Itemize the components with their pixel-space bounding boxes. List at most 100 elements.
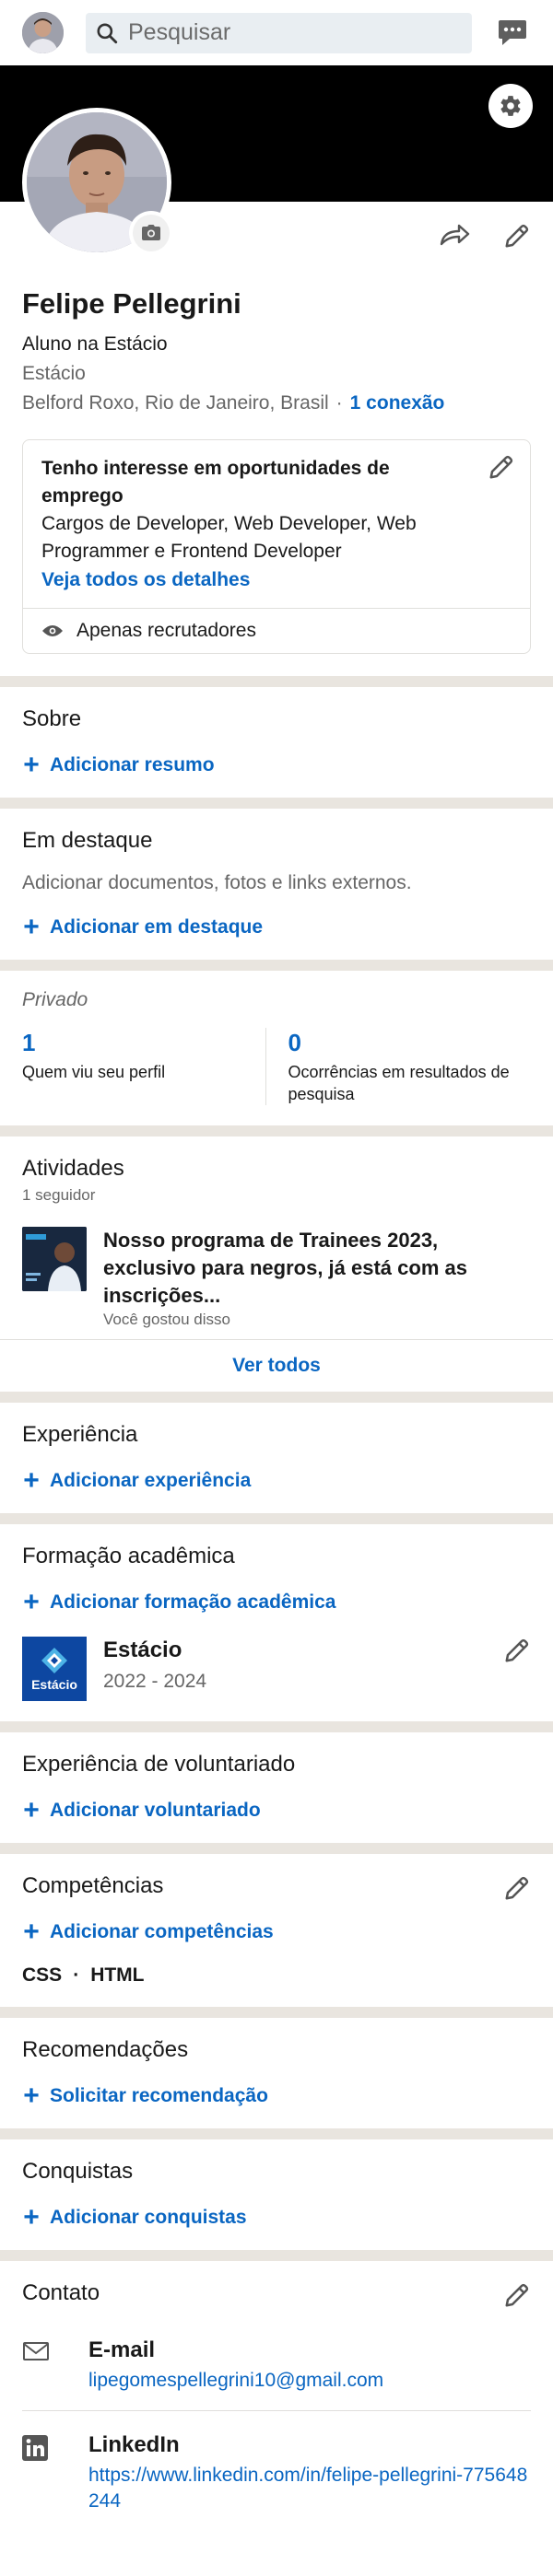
plus-icon: + xyxy=(23,2202,40,2232)
school-logo: Estácio xyxy=(22,1637,87,1701)
messaging-icon[interactable] xyxy=(494,15,531,52)
add-education-button[interactable]: + Adicionar formação acadêmica xyxy=(22,1587,531,1617)
edit-open-to-work-icon[interactable] xyxy=(488,453,515,481)
edit-skills-icon[interactable] xyxy=(503,1874,531,1902)
education-section: Formação acadêmica + Adicionar formação … xyxy=(0,1524,553,1721)
add-education-label: Adicionar formação acadêmica xyxy=(50,1591,336,1613)
cover-banner[interactable] xyxy=(0,65,553,257)
recommendations-title: Recomendações xyxy=(22,2037,189,2062)
profile-intro: Felipe Pellegrini Aluno na Estácio Estác… xyxy=(0,202,553,676)
profile-company: Estácio xyxy=(22,363,86,384)
featured-description: Adicionar documentos, fotos e links exte… xyxy=(22,872,412,893)
request-recommendation-button[interactable]: + Solicitar recomendação xyxy=(22,2081,531,2111)
contact-linkedin-value[interactable]: https://www.linkedin.com/in/felipe-pelle… xyxy=(88,2463,531,2514)
school-years: 2022 - 2024 xyxy=(103,1671,207,1692)
user-avatar[interactable] xyxy=(22,12,64,53)
experience-title: Experiência xyxy=(22,1422,138,1447)
edit-intro-icon[interactable] xyxy=(503,222,531,250)
contact-linkedin-label: LinkedIn xyxy=(88,2432,180,2457)
skill-separator: · xyxy=(73,1964,80,1986)
section-separator xyxy=(0,2007,553,2018)
open-to-work-roles: Cargos de Developer, Web Developer, Web … xyxy=(41,513,417,562)
add-accomplishments-button[interactable]: + Adicionar conquistas xyxy=(22,2202,531,2232)
profile-views-stat[interactable]: 1 Quem viu seu perfil xyxy=(22,1028,265,1105)
add-experience-button[interactable]: + Adicionar experiência xyxy=(22,1465,531,1496)
location-separator: · xyxy=(335,392,343,414)
education-title: Formação acadêmica xyxy=(22,1544,235,1568)
gear-icon xyxy=(499,94,523,118)
section-separator xyxy=(0,1392,553,1403)
experience-section: Experiência + Adicionar experiência xyxy=(0,1403,553,1513)
profile-views-count: 1 xyxy=(22,1029,36,1056)
add-skills-button[interactable]: + Adicionar competências xyxy=(22,1917,531,1947)
section-separator xyxy=(0,1125,553,1136)
analytics-section: Privado 1 Quem viu seu perfil 0 Ocorrênc… xyxy=(0,971,553,1125)
skill-item[interactable]: HTML xyxy=(90,1964,144,1987)
profile-headline: Aluno na Estácio xyxy=(22,333,168,355)
add-featured-label: Adicionar em destaque xyxy=(50,916,264,938)
search-appearances-stat[interactable]: 0 Ocorrências em resultados de pesquisa xyxy=(265,1028,532,1105)
edit-cover-button[interactable] xyxy=(488,84,533,128)
visibility-text: Apenas recrutadores xyxy=(76,620,256,641)
volunteer-title: Experiência de voluntariado xyxy=(22,1752,296,1777)
school-logo-text: Estácio xyxy=(31,1676,77,1692)
section-separator xyxy=(0,1513,553,1524)
add-skills-label: Adicionar competências xyxy=(50,1921,274,1942)
see-all-activity-button[interactable]: Ver todos xyxy=(0,1339,553,1392)
profile-location-line: Belford Roxo, Rio de Janeiro, Brasil · 1 c… xyxy=(22,391,531,415)
education-item[interactable]: Estácio Estácio 2022 - 2024 xyxy=(22,1637,531,1701)
contact-email-item[interactable]: E-mail lipegomespellegrini10@gmail.com xyxy=(22,2316,531,2410)
skills-section: Competências + Adicionar competências CS… xyxy=(0,1854,553,2007)
open-to-work-card[interactable]: Tenho interesse em oportunidades de empr… xyxy=(22,439,531,654)
activity-title: Atividades xyxy=(22,1156,124,1181)
volunteer-section: Experiência de voluntariado + Adicionar … xyxy=(0,1732,553,1843)
add-accomplishments-label: Adicionar conquistas xyxy=(50,2207,247,2228)
recommendations-section: Recomendações + Solicitar recomendação xyxy=(0,2018,553,2128)
activity-post-title: Nosso programa de Trainees 2023, exclusi… xyxy=(103,1229,467,1307)
private-label: Privado xyxy=(22,989,88,1010)
skill-item[interactable]: CSS xyxy=(22,1964,62,1987)
plus-icon: + xyxy=(23,1465,40,1496)
activity-thumbnail xyxy=(22,1227,87,1291)
plus-icon: + xyxy=(23,750,40,780)
plus-icon: + xyxy=(23,1587,40,1617)
add-summary-label: Adicionar resumo xyxy=(50,754,215,775)
featured-section: Em destaque Adicionar documentos, fotos … xyxy=(0,809,553,960)
linkedin-icon xyxy=(22,2431,53,2514)
add-volunteer-label: Adicionar voluntariado xyxy=(50,1800,261,1821)
search-input[interactable] xyxy=(128,19,463,46)
contact-linkedin-item[interactable]: LinkedIn https://www.linkedin.com/in/fel… xyxy=(22,2410,531,2531)
add-featured-button[interactable]: + Adicionar em destaque xyxy=(22,914,531,941)
add-summary-button[interactable]: + Adicionar resumo xyxy=(22,750,531,780)
add-volunteer-button[interactable]: + Adicionar voluntariado xyxy=(22,1797,531,1824)
contact-title: Contato xyxy=(22,2280,100,2305)
connections-link[interactable]: 1 conexão xyxy=(350,392,445,414)
search-appearances-label: Ocorrências em resultados de pesquisa xyxy=(288,1063,510,1103)
eye-icon xyxy=(41,624,64,638)
top-bar xyxy=(0,0,553,65)
edit-contact-icon[interactable] xyxy=(503,2281,531,2309)
contact-email-value[interactable]: lipegomespellegrini10@gmail.com xyxy=(88,2368,383,2394)
search-bar[interactable] xyxy=(86,12,472,53)
skills-title: Competências xyxy=(22,1873,164,1898)
contact-section: Contato E-mail lipegomespellegrini10@gma… xyxy=(0,2261,553,2531)
activity-section: Atividades 1 seguidor Nosso programa de … xyxy=(0,1136,553,1339)
edit-education-icon[interactable] xyxy=(503,1637,531,1664)
section-separator xyxy=(0,960,553,971)
section-separator xyxy=(0,798,553,809)
share-icon[interactable] xyxy=(439,222,470,250)
open-to-work-details-link[interactable]: Veja todos os detalhes xyxy=(41,565,512,595)
plus-icon: + xyxy=(23,1917,40,1947)
request-recommendation-label: Solicitar recomendação xyxy=(50,2085,268,2106)
profile-location: Belford Roxo, Rio de Janeiro, Brasil xyxy=(22,392,329,414)
section-separator xyxy=(0,2128,553,2139)
activity-post-subtitle: Você gostou disso xyxy=(103,1311,230,1328)
search-appearances-count: 0 xyxy=(288,1029,301,1056)
school-name: Estácio xyxy=(103,1638,182,1662)
open-to-work-title: Tenho interesse em oportunidades de empr… xyxy=(41,458,390,507)
skills-list: CSS · HTML xyxy=(22,1964,531,1987)
section-separator xyxy=(0,1843,553,1854)
contact-email-label: E-mail xyxy=(88,2337,156,2362)
activity-post[interactable]: Nosso programa de Trainees 2023, exclusi… xyxy=(22,1227,531,1330)
plus-icon: + xyxy=(23,2081,40,2111)
